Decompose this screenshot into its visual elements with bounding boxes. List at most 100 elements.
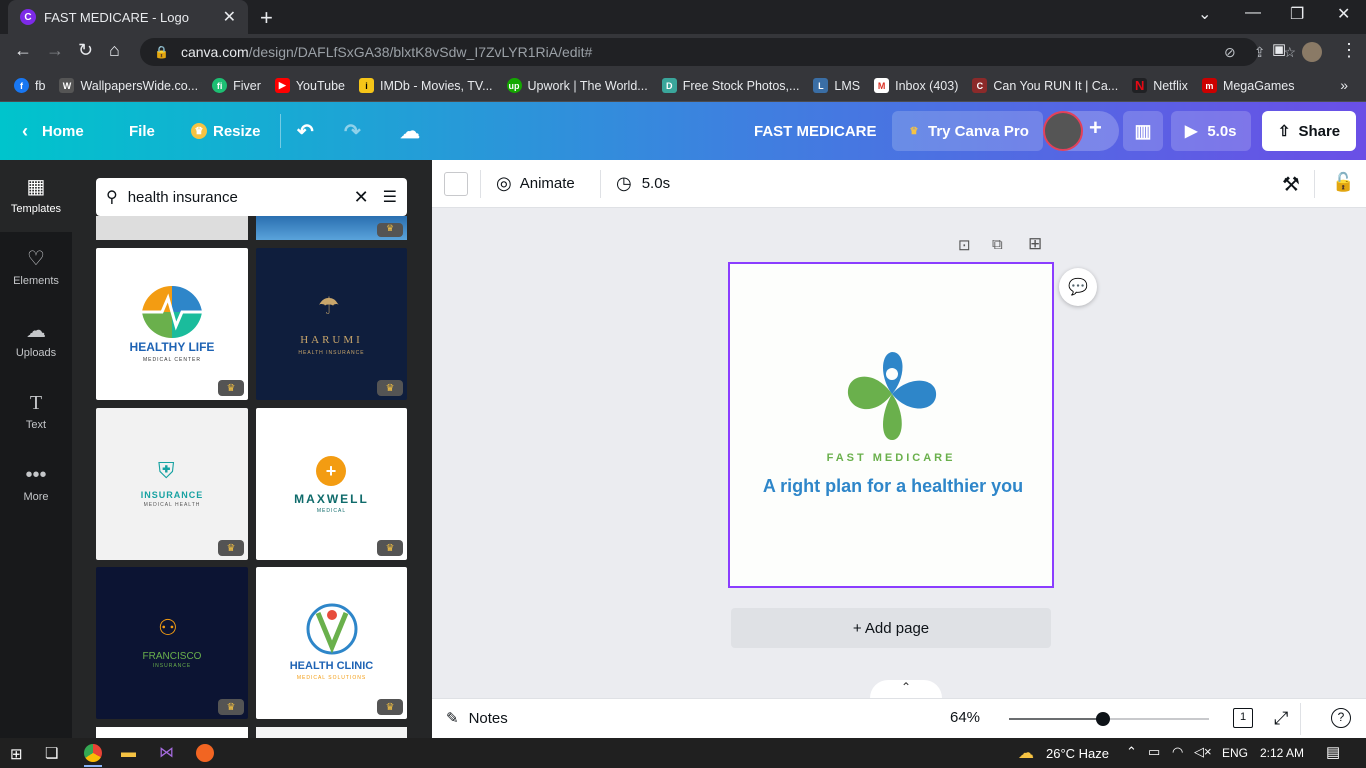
canyourunit-icon: C	[972, 78, 988, 93]
add-page-icon[interactable]: ⊞	[1028, 234, 1042, 254]
bookmark-item[interactable]: N Netflix	[1132, 78, 1188, 93]
bookmark-item[interactable]: D Free Stock Photos,...	[661, 78, 799, 93]
share-button[interactable]: ⇧ Share	[1262, 111, 1356, 151]
background-color-swatch[interactable]	[444, 172, 468, 196]
reload-icon[interactable]: ↻	[78, 40, 93, 61]
file-explorer-icon[interactable]: ▬	[121, 744, 136, 761]
paint-roller-icon[interactable]: ⚒	[1282, 172, 1300, 197]
home-button[interactable]: ‹ Home	[22, 102, 84, 160]
visual-studio-icon[interactable]: ⋈	[159, 743, 174, 761]
soundcloud-icon[interactable]	[196, 744, 214, 762]
bookmark-item[interactable]: i IMDb - Movies, TV...	[358, 78, 493, 93]
notes-button[interactable]: ✎ Notes	[446, 709, 508, 728]
template-card[interactable]: + MAXWELL MEDICAL ♛	[256, 408, 407, 560]
restore-button[interactable]: ❐	[1290, 4, 1304, 24]
rail-more[interactable]: ••• More	[0, 448, 72, 520]
resize-button[interactable]: ♛ Resize	[191, 102, 261, 160]
fullscreen-icon[interactable]: ⤢	[1274, 708, 1288, 729]
home-icon[interactable]: ⌂	[109, 40, 120, 61]
template-card[interactable]: ⚇ FRANCISCO INSURANCE ♛	[96, 567, 248, 719]
wifi-icon[interactable]: ◠	[1172, 744, 1183, 760]
chrome-icon[interactable]	[84, 744, 102, 762]
tagline[interactable]: A right plan for a healthier you	[730, 476, 1056, 497]
page-lock-icon[interactable]: ⊡	[958, 236, 971, 254]
bookmark-item[interactable]: f fb	[14, 78, 45, 93]
template-thumb-partial[interactable]	[256, 727, 407, 738]
volume-muted-icon[interactable]: ◁×	[1194, 744, 1212, 760]
rail-templates[interactable]: ▦ Templates	[0, 160, 72, 232]
try-canva-pro-button[interactable]: ♛ Try Canva Pro	[892, 111, 1043, 151]
brand-name[interactable]: FAST MEDICARE	[730, 452, 1052, 464]
bookmark-item[interactable]: ▶ YouTube	[274, 78, 345, 93]
profile-avatar[interactable]	[1302, 42, 1322, 62]
undo-icon[interactable]: ↶	[297, 102, 314, 160]
zoom-slider-handle[interactable]	[1096, 712, 1110, 726]
notifications-icon[interactable]: ▤	[1326, 743, 1340, 761]
bookmark-item[interactable]: W WallpapersWide.co...	[59, 78, 198, 93]
clear-search-icon[interactable]: ✕	[354, 187, 369, 208]
bookmark-item[interactable]: fi Fiver	[212, 78, 261, 93]
add-page-button[interactable]: + Add page	[731, 608, 1051, 648]
bookmark-item[interactable]: M Inbox (403)	[874, 78, 958, 93]
duplicate-page-icon[interactable]: ⧉	[992, 236, 1003, 253]
search-input[interactable]: ⚲ health insurance ✕ ☰	[96, 178, 407, 216]
new-tab-button[interactable]: +	[260, 5, 273, 31]
file-label: File	[129, 122, 155, 140]
back-icon[interactable]: ←	[14, 40, 32, 61]
close-window-button[interactable]: ✕	[1337, 4, 1350, 24]
template-thumb-partial[interactable]	[96, 727, 248, 738]
bookmark-item[interactable]: L LMS	[813, 78, 860, 93]
task-view-icon[interactable]: ❏	[45, 744, 58, 762]
template-card[interactable]: HEALTHY LIFE MEDICAL CENTER ♛	[96, 248, 248, 400]
minimize-button[interactable]: —	[1245, 4, 1261, 22]
bookmark-item[interactable]: up Upwork | The World...	[506, 78, 648, 93]
tab-search-icon[interactable]: ⌄	[1198, 4, 1211, 24]
zoom-slider[interactable]	[1009, 712, 1209, 726]
browser-tab[interactable]: C FAST MEDICARE - Logo ✕	[8, 0, 248, 34]
tray-chevron-icon[interactable]: ⌃	[1126, 744, 1137, 760]
battery-icon[interactable]: ▭	[1148, 744, 1160, 760]
lock-icon[interactable]: 🔓	[1332, 172, 1354, 193]
clock-time[interactable]: 2:12 AM	[1260, 746, 1304, 760]
bookmark-item[interactable]: m MegaGames	[1201, 78, 1295, 93]
rail-text[interactable]: T Text	[0, 376, 72, 448]
eye-off-icon[interactable]: ⊘	[1224, 44, 1236, 61]
cloud-saved-icon[interactable]: ☁	[400, 102, 420, 160]
rail-elements[interactable]: ♡ Elements	[0, 232, 72, 304]
zoom-percent[interactable]: 64%	[950, 709, 980, 726]
add-comment-icon[interactable]: 💬	[1059, 268, 1097, 306]
help-icon[interactable]: ?	[1331, 708, 1351, 728]
browser-menu-icon[interactable]: ⋮	[1340, 40, 1358, 61]
more-bookmarks-icon[interactable]: »	[1340, 77, 1348, 93]
design-title[interactable]: FAST MEDICARE	[754, 102, 877, 160]
design-page[interactable]: FAST MEDICARE A right plan for a healthi…	[728, 262, 1054, 588]
rail-uploads[interactable]: ☁ Uploads	[0, 304, 72, 376]
avatar[interactable]	[1043, 111, 1083, 151]
forward-icon[interactable]: →	[46, 40, 64, 61]
close-tab-icon[interactable]: ✕	[223, 7, 236, 27]
language-indicator[interactable]: ENG	[1222, 746, 1248, 760]
timing-button[interactable]: ◷ 5.0s	[616, 173, 670, 194]
template-thumb-partial[interactable]: ♛	[256, 216, 407, 240]
filter-sliders-icon[interactable]: ☰	[383, 187, 397, 207]
windows-start-icon[interactable]: ⊞	[10, 745, 23, 763]
redo-icon[interactable]: ↷	[344, 102, 361, 160]
vertical-scrollbar[interactable]	[1346, 212, 1358, 682]
bookmark-item[interactable]: C Can You RUN It | Ca...	[972, 78, 1118, 93]
template-card[interactable]: ☂ HARUMI HEALTH INSURANCE ♛	[256, 248, 407, 400]
animate-button[interactable]: ◎ Animate	[496, 173, 575, 194]
bookmark-label: Fiver	[233, 78, 261, 93]
add-collaborator-icon[interactable]: +	[1089, 115, 1102, 141]
template-thumb-partial[interactable]	[96, 216, 248, 240]
weather-text[interactable]: 26°C Haze	[1046, 746, 1109, 761]
file-menu-button[interactable]: File	[129, 102, 155, 160]
share-page-icon[interactable]: ⇪	[1254, 44, 1266, 61]
side-panel-icon[interactable]: ▣	[1272, 40, 1286, 58]
template-card[interactable]: ⛨ INSURANCE MEDICAL HEALTH ♛	[96, 408, 248, 560]
insights-chart-icon[interactable]: ▥	[1123, 111, 1163, 151]
expand-pages-button[interactable]: ⌃	[870, 680, 942, 698]
present-button[interactable]: ▶ 5.0s	[1171, 111, 1251, 151]
template-card[interactable]: HEALTH CLINIC MEDICAL SOLUTIONS ♛	[256, 567, 407, 719]
address-bar[interactable]: 🔒 canva.com /design/DAFLfSxGA38/blxtK8vS…	[140, 38, 1258, 66]
page-count[interactable]: 1	[1233, 708, 1253, 728]
